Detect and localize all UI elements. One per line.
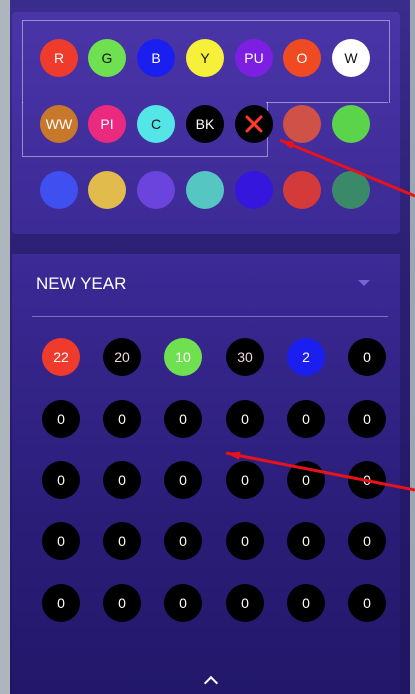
channel-value-button[interactable]: 0 [164,400,202,438]
channel-value-button[interactable]: 0 [42,584,80,622]
channel-value-button[interactable]: 0 [103,400,141,438]
channel-value-button[interactable]: 0 [226,461,264,499]
channel-value-button[interactable]: 0 [287,522,325,560]
channel-value-button[interactable]: 0 [348,338,386,376]
color-swatch[interactable]: WW [40,105,78,143]
channel-value-button[interactable]: 0 [348,400,386,438]
channel-value-button[interactable]: 0 [287,584,325,622]
color-swatch[interactable]: PU [235,39,273,77]
close-icon [243,113,265,135]
channel-value-button[interactable]: 0 [42,522,80,560]
color-swatch[interactable]: B [137,39,175,77]
preset-divider [32,316,388,317]
color-swatch[interactable]: Y [186,39,224,77]
palette-frame-divider [266,102,388,103]
channel-value-button[interactable]: 0 [103,522,141,560]
color-swatch[interactable] [235,171,273,209]
left-margin [0,0,10,694]
channel-value-button[interactable]: 0 [287,461,325,499]
color-swatch[interactable]: PI [88,105,126,143]
color-swatch[interactable]: BK [186,105,224,143]
color-swatch[interactable] [283,171,321,209]
channel-value-button[interactable]: 0 [348,584,386,622]
channel-value-button[interactable]: 2 [287,338,325,376]
channel-value-button[interactable]: 0 [164,584,202,622]
channel-value-button[interactable]: 0 [42,400,80,438]
color-swatch[interactable]: O [283,39,321,77]
channel-value-button[interactable]: 0 [164,461,202,499]
channel-value-button[interactable]: 0 [42,461,80,499]
preset-name-label[interactable]: NEW YEAR [36,274,126,294]
color-swatch[interactable]: R [40,39,78,77]
channel-value-button[interactable]: 0 [103,584,141,622]
channel-value-button[interactable]: 0 [348,461,386,499]
channel-value-button[interactable]: 0 [226,584,264,622]
color-swatch[interactable] [332,105,370,143]
channel-value-button[interactable]: 0 [103,461,141,499]
color-swatch[interactable] [40,171,78,209]
channel-value-button[interactable]: 30 [226,338,264,376]
color-swatch[interactable] [332,171,370,209]
channel-value-button[interactable]: 10 [164,338,202,376]
channel-value-button[interactable]: 0 [348,522,386,560]
color-swatch[interactable]: W [332,39,370,77]
channel-value-button[interactable]: 0 [226,400,264,438]
color-swatch[interactable] [137,171,175,209]
channel-value-button[interactable]: 0 [226,522,264,560]
channel-value-button[interactable]: 20 [103,338,141,376]
channel-value-button[interactable]: 0 [287,400,325,438]
dropdown-arrow-icon[interactable] [358,280,370,286]
color-swatch[interactable]: G [88,39,126,77]
color-swatch[interactable] [186,171,224,209]
clear-color-button[interactable] [235,105,273,143]
channel-value-button[interactable]: 22 [42,338,80,376]
color-swatch[interactable]: C [137,105,175,143]
color-swatch[interactable] [88,171,126,209]
color-swatch[interactable] [283,105,321,143]
channel-value-button[interactable]: 0 [164,522,202,560]
